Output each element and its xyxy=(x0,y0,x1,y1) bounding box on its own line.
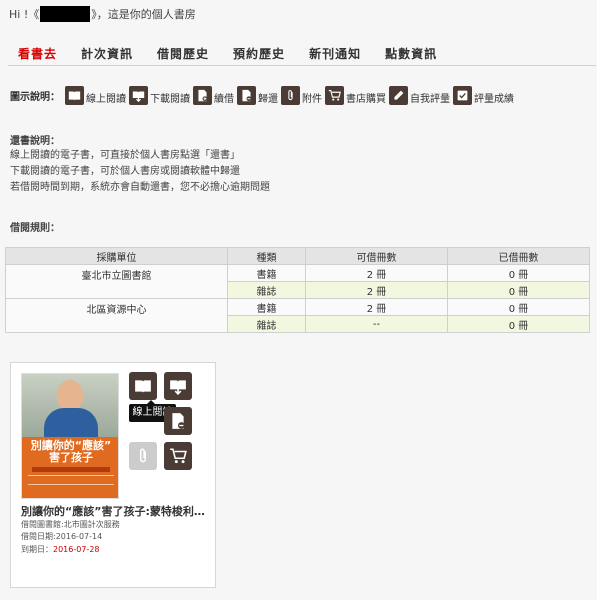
greeting-suffix: 》，這是你的個人書房 xyxy=(91,8,196,21)
online-read-button[interactable] xyxy=(129,372,157,400)
download-icon xyxy=(170,380,186,395)
greeting: Hi !《 》，這是你的個人書房 xyxy=(9,5,196,23)
return-icon xyxy=(172,413,185,429)
return-info-title: 還書說明： xyxy=(10,136,60,147)
redacted-username xyxy=(40,6,91,22)
download-icon xyxy=(129,85,148,105)
available-cell: 2 冊 xyxy=(305,281,448,299)
col-header-type: 種類 xyxy=(227,247,306,265)
book-cover[interactable]: 別讓你的“應該” 害了孩子 xyxy=(21,373,119,499)
attachment-button-disabled xyxy=(129,442,157,470)
download-read-button[interactable] xyxy=(164,372,192,400)
borrowed-cell: 0 冊 xyxy=(447,264,590,282)
tab-borrow-history[interactable]: 借閱歷史 xyxy=(147,44,221,65)
legend-title: 圖示說明： xyxy=(10,91,60,103)
cart-icon xyxy=(325,85,344,105)
score-icon xyxy=(453,85,472,105)
col-header-borrowed: 已借冊數 xyxy=(447,247,590,265)
tab-new-issue-notice[interactable]: 新刊通知 xyxy=(299,44,373,65)
book-title-link[interactable]: 別讓你的“應該”害了孩子:蒙特梭利教養 xyxy=(21,503,209,519)
return-info-line-3: 若借閱時間到期，系統亦會自動還書，您不必擔心逾期問題 xyxy=(10,182,270,193)
cover-title-line-2: 害了孩子 xyxy=(49,451,93,464)
tab-reserve-history[interactable]: 預約歷史 xyxy=(223,44,297,65)
cover-lines xyxy=(28,475,114,485)
due-date: 2016-07-28 xyxy=(53,545,100,554)
due-label: 到期日： xyxy=(21,545,53,554)
legend-item-test-score: 評量成績 xyxy=(453,85,514,105)
tab-points-info[interactable]: 點數資訊 xyxy=(375,44,449,65)
cover-title-panel: 別讓你的“應該” 害了孩子 xyxy=(22,437,118,498)
legend-item-return: 歸還 xyxy=(237,85,278,105)
borrowed-cell: 0 冊 xyxy=(447,281,590,299)
unit-name: 臺北市立圖書館 xyxy=(5,264,228,299)
cart-icon xyxy=(170,448,187,464)
borrowed-cell: 0 冊 xyxy=(447,315,590,333)
pencil-icon xyxy=(389,85,408,105)
book-open-icon xyxy=(135,380,151,393)
tab-read[interactable]: 看書去 xyxy=(8,44,69,65)
col-header-available: 可借冊數 xyxy=(305,247,448,265)
available-cell: 2 冊 xyxy=(305,298,448,316)
type-cell: 雜誌 xyxy=(227,281,306,299)
book-library: 借閱圖書館:北市圖計次服務 xyxy=(21,520,120,529)
borrow-rules-title: 借閱規則： xyxy=(10,223,60,234)
table-row: 北區資源中心 書籍 2 冊 0 冊 xyxy=(5,298,590,333)
borrow-rules-table: 採購單位 種類 可借冊數 已借冊數 臺北市立圖書館 書籍 2 冊 0 冊 雜誌 … xyxy=(5,247,590,333)
book-borrow-date: 借閱日期:2016-07-14 xyxy=(21,532,103,541)
type-cell: 書籍 xyxy=(227,298,306,316)
return-button[interactable] xyxy=(164,407,192,435)
return-icon xyxy=(237,85,256,105)
available-cell: -- xyxy=(305,315,448,333)
book-open-icon xyxy=(65,85,84,105)
legend-item-download: 下載閱讀 xyxy=(129,85,190,105)
book-due: 到期日：2016-07-28 xyxy=(21,544,100,555)
renew-icon xyxy=(193,85,212,105)
type-cell: 雜誌 xyxy=(227,315,306,333)
available-cell: 2 冊 xyxy=(305,264,448,282)
paperclip-icon xyxy=(281,85,300,105)
greeting-prefix: Hi !《 xyxy=(9,8,40,21)
book-card: 別讓你的“應該” 害了孩子 線上閱讀 別讓你的“應該”害了孩子:蒙特梭利教養 借… xyxy=(10,362,216,588)
type-cell: 書籍 xyxy=(227,264,306,282)
return-info-line-1: 線上閱讀的電子書，可直接於個人書房點選「還書」 xyxy=(10,150,240,161)
col-header-unit: 採購單位 xyxy=(5,247,228,265)
bookstore-buy-button[interactable] xyxy=(164,442,192,470)
borrowed-cell: 0 冊 xyxy=(447,298,590,316)
unit-name: 北區資源中心 xyxy=(5,298,228,333)
return-info-line-2: 下載閱讀的電子書，可於個人書房或閱讀軟體中歸還 xyxy=(10,166,240,177)
icon-legend: 圖示說明： 線上閱讀 下載閱讀 續借 歸還 附件 書店購買 自我評量 評量成績 xyxy=(10,82,517,108)
legend-item-attachment: 附件 xyxy=(281,85,322,105)
legend-item-renew: 續借 xyxy=(193,85,234,105)
cover-child-shirt xyxy=(44,408,98,440)
legend-item-bookstore: 書店購買 xyxy=(325,85,386,105)
cover-band xyxy=(32,467,110,472)
legend-item-self-test: 自我評量 xyxy=(389,85,450,105)
table-row: 臺北市立圖書館 書籍 2 冊 0 冊 xyxy=(5,264,590,299)
main-tabs: 看書去 計次資訊 借閱歷史 預約歷史 新刊通知 點數資訊 xyxy=(8,44,596,66)
paperclip-icon xyxy=(140,448,146,463)
tab-count-info[interactable]: 計次資訊 xyxy=(71,44,145,65)
table-header-row: 採購單位 種類 可借冊數 已借冊數 xyxy=(5,247,590,265)
legend-item-online-read: 線上閱讀 xyxy=(65,85,126,105)
